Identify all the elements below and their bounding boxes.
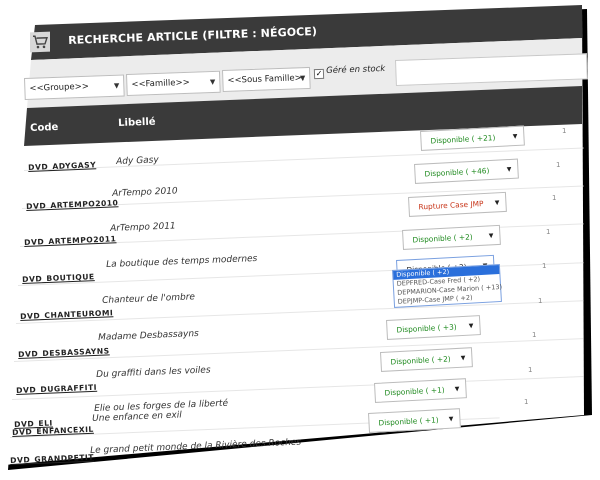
table-row-code[interactable]: DVD_GRANDPETIT	[10, 453, 94, 465]
cart-icon	[30, 31, 50, 53]
row-edge-value: 1	[532, 331, 537, 339]
row-edge-value: 1	[542, 262, 547, 270]
famille-select[interactable]: <<Famille>> ▼	[126, 70, 221, 96]
stock-status-value: Disponible ( +46)	[424, 165, 490, 178]
table-row-libelle: Ady Gasy	[116, 155, 159, 167]
column-header-code[interactable]: Code	[30, 122, 59, 134]
row-edge-value: 1	[524, 398, 529, 406]
chevron-down-icon: ▼	[299, 74, 306, 83]
stock-status-value: Rupture Case JMP	[418, 198, 484, 211]
row-edge-value: 1	[556, 161, 561, 169]
stock-status-value: Disponible ( +3)	[396, 321, 457, 334]
chevron-down-icon: ▼	[488, 231, 494, 239]
stock-status-value: Disponible ( +1)	[384, 384, 445, 397]
famille-select-value: <<Famille>>	[131, 77, 190, 90]
column-header-libelle[interactable]: Libellé	[118, 117, 156, 129]
row-edge-value: 1	[546, 228, 551, 236]
groupe-select[interactable]: <<Groupe>> ▼	[24, 74, 125, 100]
chevron-down-icon: ▼	[494, 198, 500, 206]
chevron-down-icon: ▼	[209, 77, 216, 87]
stock-checkbox-label: Géré en stock	[326, 63, 386, 76]
row-edge-value: 1	[538, 297, 543, 305]
chevron-down-icon: ▼	[454, 385, 460, 393]
chevron-down-icon: ▼	[512, 132, 518, 140]
row-edge-value: 1	[552, 194, 557, 202]
screenshot-stage: RECHERCHE ARTICLE (FILTRE : NÉGOCE) <<Gr…	[0, 0, 600, 480]
chevron-down-icon: ▼	[506, 165, 512, 173]
sous-famille-select[interactable]: <<Sous Famille>: ▼	[222, 66, 311, 92]
stock-status-value: Disponible ( +2)	[390, 353, 451, 366]
stock-status-value: Disponible ( +1)	[378, 414, 439, 427]
stock-status-value: Disponible ( +21)	[430, 132, 496, 145]
chevron-down-icon: ▼	[113, 81, 120, 90]
chevron-down-icon: ▼	[460, 354, 466, 362]
stock-checkbox[interactable]: ✓	[313, 68, 325, 80]
groupe-select-value: <<Groupe>>	[29, 81, 90, 94]
sous-famille-select-value: <<Sous Famille>:	[227, 73, 305, 86]
stock-status-select[interactable]: Disponible ( +1) ▼	[368, 408, 461, 433]
stock-status-value: Disponible ( +2)	[412, 231, 473, 244]
stock-status-dropdown[interactable]: Disponible ( +2) DEPFRED-Case Fred ( +2)…	[392, 263, 502, 308]
row-edge-value: 1	[528, 366, 533, 374]
row-edge-value: 1	[562, 127, 567, 135]
chevron-down-icon: ▼	[468, 321, 474, 330]
chevron-down-icon: ▼	[448, 415, 454, 423]
